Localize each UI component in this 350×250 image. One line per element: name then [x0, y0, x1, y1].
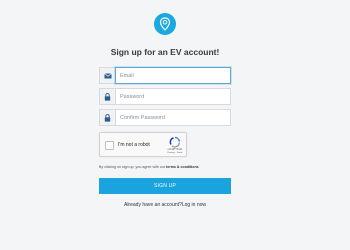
- recaptcha-checkbox[interactable]: [105, 141, 114, 150]
- login-link[interactable]: Log in now: [182, 202, 206, 208]
- email-input[interactable]: [115, 67, 231, 84]
- signup-page: Sign up for an EV account! Email I'm not…: [0, 0, 350, 250]
- recaptcha-links[interactable]: Privacy - Terms: [166, 152, 184, 154]
- envelope-icon: [99, 67, 115, 84]
- lock-icon: [99, 88, 115, 105]
- terms-prefix: By clicking on sign up, you agree with o…: [99, 165, 166, 169]
- email-field-row: [99, 67, 231, 84]
- sign-up-button[interactable]: SIGN UP: [99, 178, 231, 194]
- password-input[interactable]: [115, 88, 231, 105]
- ev-charger-pin-icon: [159, 17, 171, 31]
- confirm-password-field-row: [99, 109, 231, 126]
- recaptcha-logo-icon: [169, 136, 181, 148]
- recaptcha-brand: reCAPTCHA: [167, 148, 183, 151]
- login-prompt: Already have an account?Log in now: [0, 202, 330, 208]
- password-field-row: [99, 88, 231, 105]
- confirm-password-input[interactable]: [115, 109, 231, 126]
- recaptcha-label: I'm not a robot: [118, 142, 150, 148]
- recaptcha-widget: I'm not a robot reCAPTCHA Privacy - Term…: [99, 132, 187, 157]
- ev-logo-icon: [154, 13, 176, 35]
- page-title: Sign up for an EV account!: [110, 47, 220, 57]
- terms-link[interactable]: terms & conditions: [166, 165, 199, 169]
- login-prefix: Already have an account?: [123, 202, 182, 208]
- lock-icon: [99, 109, 115, 126]
- terms-notice: By clicking on sign up, you agree with o…: [99, 165, 199, 169]
